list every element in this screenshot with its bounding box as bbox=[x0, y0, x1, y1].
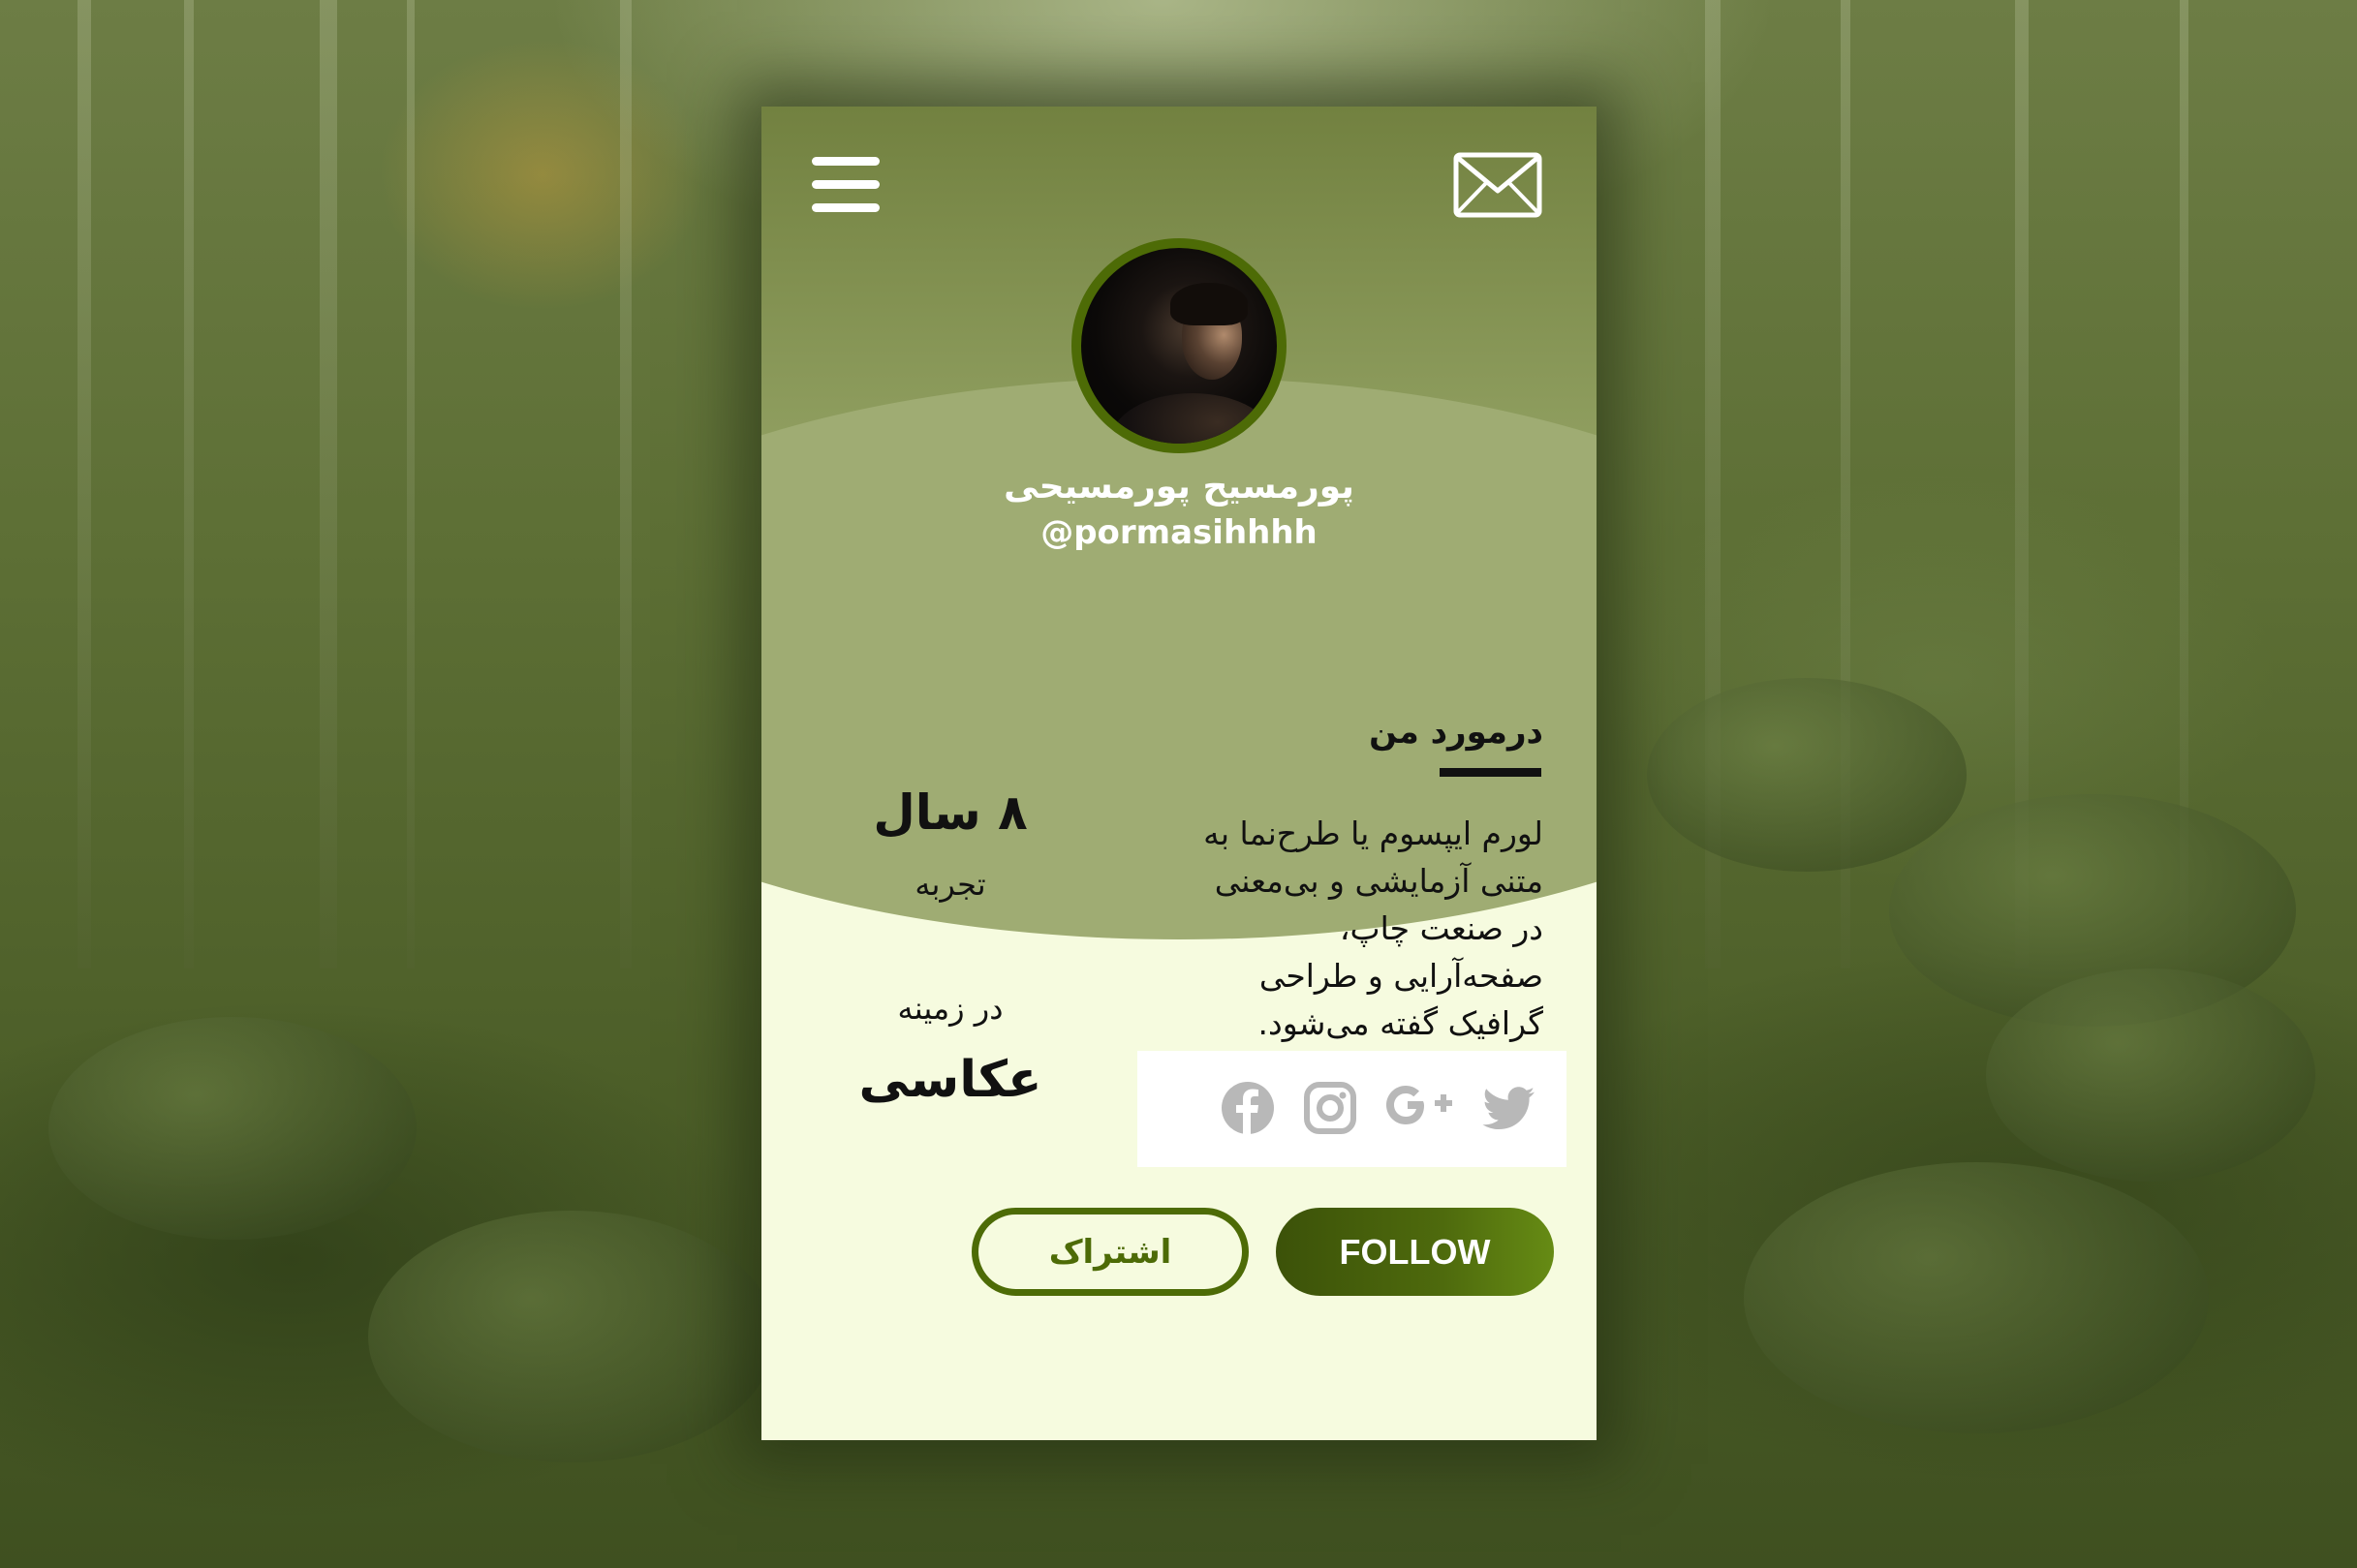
menu-button[interactable] bbox=[812, 157, 882, 215]
mossy-rock bbox=[1744, 1162, 2209, 1433]
profile-name: پورمسیح پورمسیحی bbox=[1004, 467, 1354, 507]
twitter-icon[interactable] bbox=[1481, 1080, 1537, 1136]
mossy-rock bbox=[1647, 678, 1967, 872]
follow-button[interactable]: FOLLOW bbox=[1276, 1208, 1554, 1296]
about-line: گرافیک گفته می‌شود. bbox=[1257, 1004, 1543, 1042]
social-links bbox=[1137, 1051, 1566, 1167]
about-line: در صنعت چاپ، bbox=[1339, 909, 1543, 947]
google-plus-icon[interactable] bbox=[1384, 1080, 1454, 1136]
tree-trunk bbox=[184, 0, 194, 968]
mail-button[interactable] bbox=[1453, 152, 1542, 218]
avatar-hair bbox=[1170, 283, 1248, 325]
tree-trunk bbox=[620, 0, 632, 968]
about-underline bbox=[1440, 768, 1541, 777]
share-button[interactable]: اشتراک bbox=[972, 1208, 1249, 1296]
profile-card: پورمسیح پورمسیحی @pormasihhhh درمورد من … bbox=[761, 107, 1597, 1440]
avatar[interactable] bbox=[1071, 238, 1287, 453]
experience-label: تجربه bbox=[915, 866, 986, 903]
about-line: لورم ایپسوم یا طرح‌نما به bbox=[1203, 815, 1543, 852]
about-line: متنی آزمایشی و بی‌معنی bbox=[1214, 862, 1543, 900]
field-value: عکاسی bbox=[858, 1051, 1042, 1109]
mossy-rock bbox=[1986, 968, 2315, 1182]
menu-icon bbox=[812, 203, 880, 212]
profile-username: @pormasihhhh bbox=[1040, 513, 1318, 552]
about-title: درمورد من bbox=[1369, 713, 1543, 752]
mossy-rock bbox=[368, 1211, 775, 1462]
about-line: صفحه‌آرایی و طراحی bbox=[1258, 957, 1543, 995]
envelope-icon bbox=[1453, 152, 1542, 218]
tree-trunk bbox=[320, 0, 337, 968]
experience-years: ۸ سال bbox=[873, 784, 1028, 841]
mossy-rock bbox=[48, 1017, 417, 1240]
field-label: در زمینه bbox=[897, 990, 1004, 1027]
facebook-icon[interactable] bbox=[1220, 1080, 1276, 1136]
menu-icon bbox=[812, 157, 880, 166]
tree-trunk bbox=[78, 0, 91, 968]
tree-trunk bbox=[407, 0, 415, 968]
about-text: لورم ایپسوم یا طرح‌نما به متنی آزمایشی و… bbox=[1146, 810, 1543, 1047]
menu-icon bbox=[812, 180, 880, 189]
instagram-icon[interactable] bbox=[1302, 1080, 1358, 1136]
